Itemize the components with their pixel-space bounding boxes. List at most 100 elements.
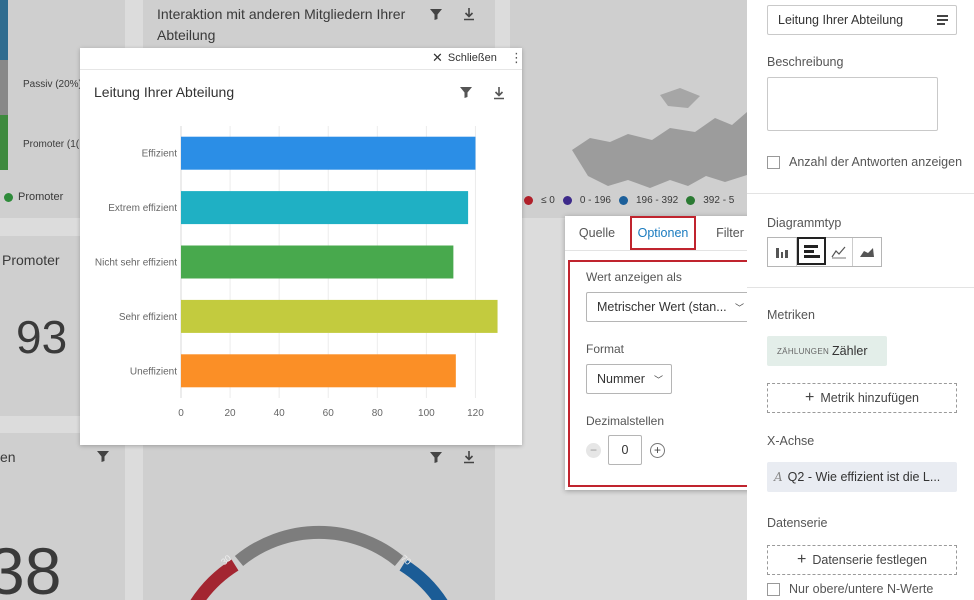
chevron-down-icon: ﹀ [653,375,663,385]
map-landmass [572,88,747,188]
x-tick-label: 60 [323,408,335,419]
legend-passive: Passiv (20%) [23,79,82,90]
map-legend-item-3: 392 - 5 [703,195,735,206]
divider [747,193,974,194]
divider [747,287,974,288]
description-textarea[interactable] [767,77,938,131]
value-display-select[interactable]: Metrischer Wert (stan... ﹀ [586,292,754,322]
set-series-label: Datenserie festlegen [812,553,927,567]
top-n-label: Nur obere/untere N-Werte [789,582,934,596]
set-series-button[interactable]: + Datenserie festlegen [767,545,957,575]
bar-chart-type-button[interactable] [768,238,797,266]
chart-modal: ✕ Schließen ⋮ Leitung Ihrer Abteilung 02… [80,48,523,445]
value-display-select-value: Metrischer Wert (stan... [597,300,727,314]
bottom-card-title: en [0,449,16,465]
decimals-decrement-button[interactable]: − [586,443,601,458]
chevron-down-icon: ﹀ [734,303,744,313]
tab-divider [565,250,762,251]
nps-bar-gray [0,60,8,115]
bar[interactable] [181,136,476,170]
bar[interactable] [181,299,498,333]
x-tick-label: 20 [225,408,237,419]
bar[interactable] [181,245,454,279]
decimals-increment-button[interactable]: + [650,443,665,458]
category-label: Effizient [142,149,178,160]
metric-name: Zähler [832,344,868,358]
add-metric-button[interactable]: + Metrik hinzufügen [767,383,957,413]
legend-promoter: Promoter (1( [23,139,80,150]
category-label: Extrem effizient [108,203,177,214]
text-format-icon[interactable] [937,15,948,25]
line-chart-icon [831,246,846,259]
interaction-title-line2: Abteilung [157,27,216,43]
x-tick-label: 80 [372,408,384,419]
options-section: Wert anzeigen als Metrischer Wert (stan.… [568,260,759,487]
bar-chart-icon [776,248,788,258]
category-label: Uneffizient [130,366,177,377]
filter-icon[interactable] [429,7,443,21]
horizontal-bar-chart-icon [803,244,824,258]
area-chart-icon [860,248,875,257]
area-chart-type-button[interactable] [853,238,881,266]
map-legend-dot-red [524,196,533,205]
download-icon[interactable] [462,7,476,21]
plus-icon: + [797,551,807,568]
chart-type-label: Diagrammtyp [767,216,842,230]
x-tick-label: 120 [467,408,484,419]
map-legend-dot-green [686,196,696,205]
x-tick-label: 100 [418,408,435,419]
chart-title-input-value: Leitung Ihrer Abteilung [778,13,904,27]
settings-panel: Leitung Ihrer Abteilung Beschreibung Anz… [747,0,974,600]
map-legend-dot-blue [618,196,628,205]
tab-options[interactable]: Optionen [630,216,696,250]
x-tick-label: 0 [178,408,184,419]
metric-pill[interactable]: ZÄHLUNGEN Zähler [767,336,887,366]
legend-bottom: Promoter [18,191,64,203]
format-label: Format [586,342,625,356]
description-label: Beschreibung [767,55,844,69]
series-label: Datenserie [767,516,828,530]
nps-bar-blue [0,0,8,60]
nps-bar-green [0,115,8,170]
interaction-card: Interaktion mit anderen Mitgliedern Ihre… [143,0,495,50]
options-popover: Quelle Optionen Filter Wert anzeigen als… [565,216,762,490]
metric-tag: ZÄHLUNGEN [777,346,830,356]
map-legend: ≤ 0 0 - 196 196 - 392 392 - 5 [524,195,734,206]
bottom-card-value: 38 [0,534,62,600]
gauge-card: 30 70 [143,445,495,600]
interaction-title-line1: Interaktion mit anderen Mitgliedern Ihre… [157,6,406,22]
horizontal-bar-chart-type-button[interactable] [796,237,826,265]
x-axis-pill[interactable]: A Q2 - Wie effizient ist die L... [767,462,957,492]
map-legend-item-0: ≤ 0 [541,195,555,206]
x-tick-label: 40 [274,408,286,419]
map-legend-dot-purple [562,196,572,205]
show-count-checkbox[interactable] [767,156,780,169]
chart-type-selector [767,237,882,267]
decimals-input[interactable]: 0 [608,435,642,465]
format-select[interactable]: Nummer ﹀ [586,364,672,394]
plus-icon: + [804,389,815,406]
tab-source[interactable]: Quelle [565,216,629,250]
text-type-icon: A [774,470,783,484]
x-axis-value: Q2 - Wie effizient ist die L... [787,470,941,484]
promoter-card-value: 93 [16,311,68,363]
line-chart-type-button[interactable] [826,238,854,266]
category-label: Sehr effizient [119,312,177,323]
filter-icon[interactable] [96,449,110,463]
metrics-label: Metriken [767,308,815,322]
category-label: Nicht sehr effizient [95,258,177,269]
map-legend-item-2: 196 - 392 [635,195,679,206]
map-card: ≤ 0 0 - 196 196 - 392 392 - 5 [510,0,747,218]
bar[interactable] [181,191,469,225]
top-n-checkbox[interactable] [767,583,780,596]
bar[interactable] [181,354,456,388]
bar-chart: 0 20 40 60 80 100 120 Effizient Extrem effizient… [95,126,498,419]
map-legend-item-1: 0 - 196 [579,195,611,206]
format-select-value: Nummer [597,372,645,386]
x-axis-label: X-Achse [767,434,815,448]
add-metric-label: Metrik hinzufügen [820,391,919,405]
chart-title-input[interactable]: Leitung Ihrer Abteilung [767,5,957,35]
value-display-label: Wert anzeigen als [586,270,682,284]
legend-dot-green [4,193,13,202]
bottom-left-card: en 38 [0,433,125,600]
